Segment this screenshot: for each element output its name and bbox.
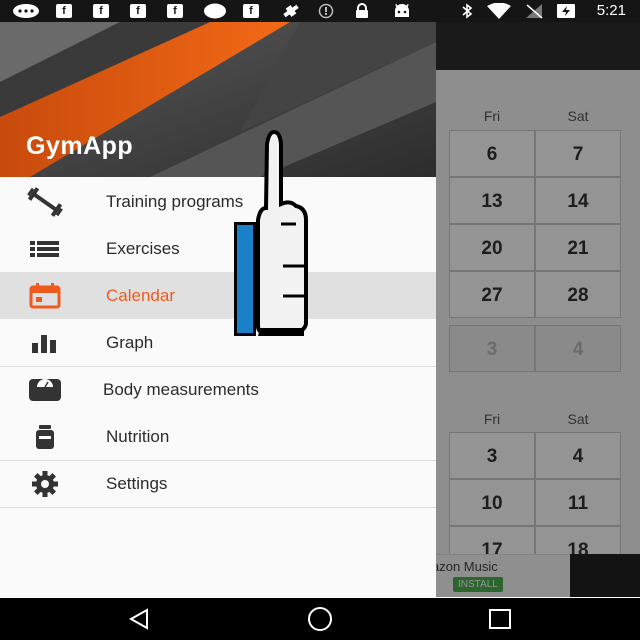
facebook-icon: f <box>243 3 259 19</box>
no-signal-icon <box>524 3 544 19</box>
back-icon[interactable] <box>120 604 160 634</box>
facebook-icon: f <box>130 3 146 19</box>
menu-item-graph[interactable]: Graph <box>0 319 436 366</box>
facebook-icon: f <box>167 3 183 19</box>
android-icon <box>393 3 411 19</box>
list-icon <box>26 234 64 264</box>
wifi-icon <box>486 3 512 19</box>
notification-icon <box>12 3 40 19</box>
dumbbell-icon <box>26 187 64 217</box>
jar-icon <box>26 422 64 452</box>
menu-item-exercises[interactable]: Exercises <box>0 225 436 272</box>
navigation-bar <box>0 598 640 640</box>
calendar-icon <box>26 281 64 311</box>
lock-icon <box>355 3 369 19</box>
menu-item-label: Settings <box>106 474 168 493</box>
battery-charging-icon <box>556 3 576 19</box>
menu-divider <box>0 507 436 508</box>
menu-item-nutrition[interactable]: Nutrition <box>0 413 436 460</box>
bar-chart-icon <box>26 328 64 358</box>
recents-icon[interactable] <box>480 604 520 634</box>
menu-item-label: Graph <box>106 333 154 352</box>
menu-item-label: Nutrition <box>106 427 170 446</box>
menu-item-settings[interactable]: Settings <box>0 460 436 507</box>
menu-item-training-programs[interactable]: Training programs <box>0 178 436 225</box>
app-name: GymApp <box>26 132 134 160</box>
gear-icon <box>26 469 64 499</box>
navigation-drawer: GymApp Training programs Exercises Calen… <box>0 22 436 597</box>
drawer-header: GymApp <box>0 22 436 177</box>
menu-item-body-measurements[interactable]: Body measurements <box>0 366 436 413</box>
menu-item-calendar[interactable]: Calendar <box>0 272 436 319</box>
facebook-icon: f <box>56 3 72 19</box>
copyright-icon <box>318 3 334 19</box>
menu-item-label: Training programs <box>106 192 244 211</box>
pointing-hand-cursor <box>234 129 308 336</box>
menu-item-label: Exercises <box>106 239 180 258</box>
home-icon[interactable] <box>300 604 340 634</box>
menu-item-label: Body measurements <box>103 380 259 399</box>
status-bar: f f f f f 5:21 <box>0 0 640 22</box>
scale-icon <box>26 375 64 405</box>
facebook-icon: f <box>93 3 109 19</box>
satellite-icon <box>280 3 302 19</box>
bluetooth-icon <box>460 3 474 19</box>
menu-item-label: Calendar <box>106 286 175 305</box>
circle-icon <box>203 3 227 19</box>
clock-time: 5:21 <box>596 2 626 19</box>
